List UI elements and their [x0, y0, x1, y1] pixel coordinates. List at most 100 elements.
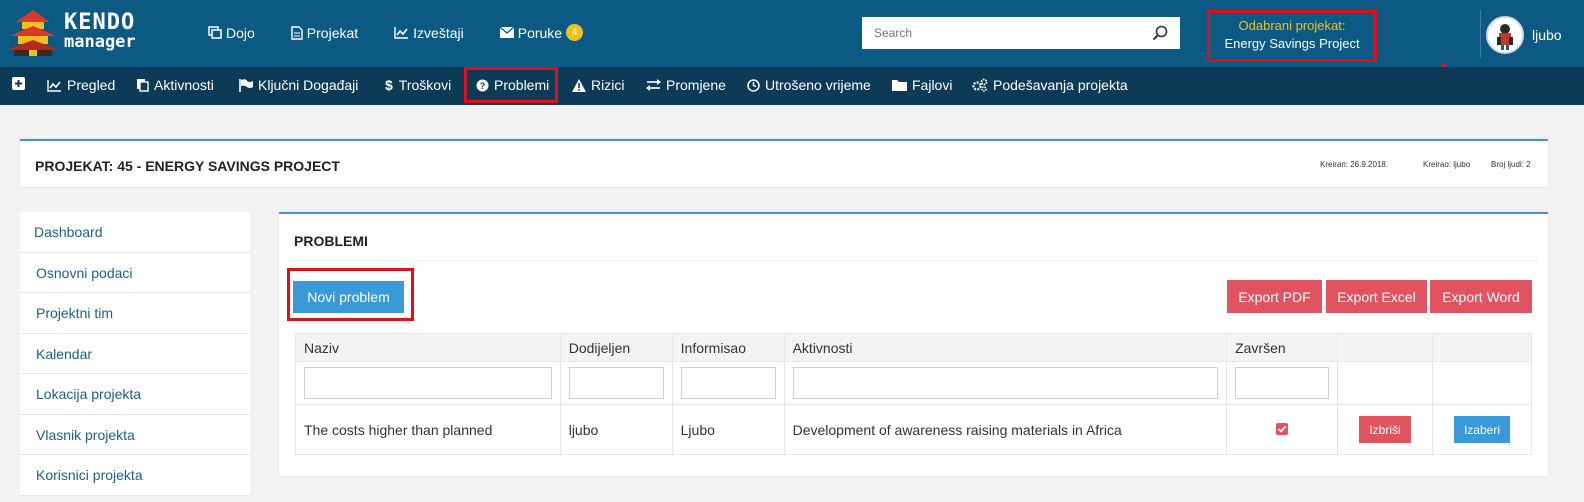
subnav-kljucni-dogadjaji-label: Ključni Događaji	[258, 77, 359, 93]
exchange-icon	[646, 79, 661, 91]
project-nav: Pregled Aktivnosti Ključni Događaji $ Tr…	[0, 67, 1584, 105]
windows-icon	[208, 26, 222, 39]
column-header-informisao[interactable]: Informisao	[671, 333, 785, 362]
problems-table: Naziv Dodijeljen Informisao Aktivnosti Z…	[295, 333, 1533, 455]
cell-aktivnosti: Development of awareness raising materia…	[783, 404, 1228, 455]
topnav-poruke[interactable]: Poruke 4	[499, 24, 584, 41]
new-problem-button[interactable]: Novi problem	[293, 281, 404, 313]
sidebar-item-projektni-tim[interactable]: Projektni tim	[20, 293, 250, 334]
sidebar-item-osnovni-podaci[interactable]: Osnovni podaci	[20, 252, 250, 293]
clock-icon	[747, 78, 760, 92]
subnav-aktivnosti-label: Aktivnosti	[154, 77, 214, 93]
filter-cell-informisao	[671, 361, 785, 405]
topnav-izvestaji[interactable]: Izveštaji	[394, 24, 464, 41]
project-created-date: Kreiran: 26.9.2018.	[1320, 160, 1389, 169]
avatar-image	[1488, 18, 1522, 52]
cell-select: Izaberi	[1431, 404, 1533, 455]
folder-icon	[892, 80, 907, 91]
selected-project-box[interactable]: Odabrani projekat: Energy Savings Projec…	[1207, 10, 1377, 62]
subnav-pregled[interactable]: Pregled	[47, 77, 115, 93]
document-icon	[291, 25, 303, 40]
flag-icon	[239, 78, 253, 92]
selected-project-label: Odabrani projekat:	[1238, 18, 1346, 33]
messages-count-badge: 4	[566, 24, 584, 41]
column-header-aktivnosti[interactable]: Aktivnosti	[783, 333, 1228, 362]
export-excel-button[interactable]: Export Excel	[1326, 280, 1427, 313]
filter-zavrsen-input[interactable]	[1235, 367, 1330, 399]
subnav-utroseno-vrijeme-label: Utrošeno vrijeme	[765, 77, 871, 93]
active-tab-highlight	[464, 67, 558, 103]
top-nav: Dojo Projekat Izveštaji Poruke 4	[208, 24, 619, 41]
chart-icon	[394, 27, 409, 39]
filter-aktivnosti-input[interactable]	[792, 367, 1219, 399]
delete-row-button[interactable]: Izbriši	[1359, 416, 1411, 443]
filter-cell-delete	[1337, 361, 1433, 405]
cell-informisao: Ljubo	[671, 404, 785, 455]
column-header-dodijeljen[interactable]: Dodijeljen	[559, 333, 673, 362]
filter-cell-zavrsen	[1226, 361, 1339, 405]
subnav-podesavanja-projekta[interactable]: Podešavanja projekta	[972, 77, 1128, 93]
header-divider	[1480, 10, 1481, 58]
subnav-aktivnosti[interactable]: Aktivnosti	[136, 77, 214, 93]
column-header-select	[1431, 333, 1533, 362]
chart-icon	[47, 79, 61, 92]
sidebar-item-vlasnik-projekta[interactable]: Vlasnik projekta	[20, 414, 250, 455]
sidebar-item-lokacija-projekta[interactable]: Lokacija projekta	[20, 374, 250, 415]
search-input[interactable]	[862, 18, 1142, 48]
project-people-count: Broj ljudi: 2	[1491, 160, 1531, 169]
subnav-promjene[interactable]: Promjene	[646, 77, 726, 93]
topnav-projekat[interactable]: Projekat	[291, 24, 358, 41]
plus-icon	[12, 77, 25, 90]
checked-checkbox-icon[interactable]	[1276, 422, 1289, 435]
subnav-rizici-label: Rizici	[591, 77, 625, 93]
kendo-manager-logo[interactable]: KENDO manager	[4, 8, 154, 60]
logo-text: KENDO manager	[64, 12, 136, 51]
filter-informisao-input[interactable]	[680, 367, 776, 399]
subnav-pregled-label: Pregled	[67, 77, 116, 93]
username[interactable]: ljubo	[1532, 27, 1562, 43]
subnav-promjene-label: Promjene	[666, 77, 726, 93]
subnav-utroseno-vrijeme[interactable]: Utrošeno vrijeme	[747, 77, 871, 93]
topnav-dojo[interactable]: Dojo	[208, 24, 255, 41]
column-header-zavrsen[interactable]: Završen	[1226, 333, 1339, 362]
filter-cell-dodijeljen	[559, 361, 673, 405]
column-header-delete	[1337, 333, 1433, 362]
table-row[interactable]: The costs higher than planned ljubo Ljub…	[295, 404, 1533, 455]
filter-row	[295, 361, 1533, 405]
subnav-troskovi[interactable]: $ Troškovi	[385, 77, 451, 93]
subnav-podesavanja-projekta-label: Podešavanja projekta	[993, 77, 1128, 93]
filter-naziv-input[interactable]	[304, 367, 552, 399]
topnav-projekat-label: Projekat	[306, 24, 359, 41]
warning-icon	[572, 78, 586, 92]
sidebar-item-kalendar[interactable]: Kalendar	[20, 333, 250, 374]
subnav-rizici[interactable]: Rizici	[572, 77, 624, 93]
sidebar-item-korisnici-projekta[interactable]: Korisnici projekta	[20, 455, 250, 496]
gears-icon	[972, 78, 988, 92]
cell-delete: Izbriši	[1337, 404, 1433, 455]
sidebar-item-dashboard[interactable]: Dashboard	[20, 212, 250, 253]
topnav-poruke-label: Poruke	[517, 24, 563, 41]
project-header: PROJEKAT: 45 - ENERGY SAVINGS PROJECT Kr…	[20, 139, 1548, 187]
search-icon[interactable]	[1152, 25, 1168, 41]
column-header-naziv[interactable]: Naziv	[295, 333, 561, 362]
filter-cell-aktivnosti	[783, 361, 1228, 405]
export-pdf-button[interactable]: Export PDF	[1227, 280, 1322, 313]
selected-project-value: Energy Savings Project	[1224, 36, 1360, 51]
subnav-troskovi-label: Troškovi	[398, 77, 452, 93]
topnav-izvestaji-label: Izveštaji	[413, 24, 464, 41]
filter-dodijeljen-input[interactable]	[568, 367, 664, 399]
subnav-fajlovi[interactable]: Fajlovi	[892, 77, 952, 93]
problems-panel: PROBLEMI Novi problem Export PDF Export …	[279, 212, 1548, 476]
top-header: KENDO manager Dojo Projekat Izveštaji Po…	[0, 0, 1584, 69]
logo-line1: KENDO	[64, 10, 136, 35]
panel-divider	[289, 260, 1538, 261]
user-avatar[interactable]	[1486, 16, 1524, 54]
subnav-kljucni-dogadjaji[interactable]: Ključni Događaji	[239, 77, 358, 93]
select-row-button[interactable]: Izaberi	[1453, 416, 1510, 443]
subnav-fajlovi-label: Fajlovi	[912, 77, 953, 93]
table-header-row: Naziv Dodijeljen Informisao Aktivnosti Z…	[295, 333, 1533, 362]
filter-cell-naziv	[295, 361, 561, 405]
add-new-button[interactable]	[12, 77, 30, 90]
cell-zavrsen	[1226, 404, 1339, 455]
export-word-button[interactable]: Export Word	[1430, 280, 1532, 313]
